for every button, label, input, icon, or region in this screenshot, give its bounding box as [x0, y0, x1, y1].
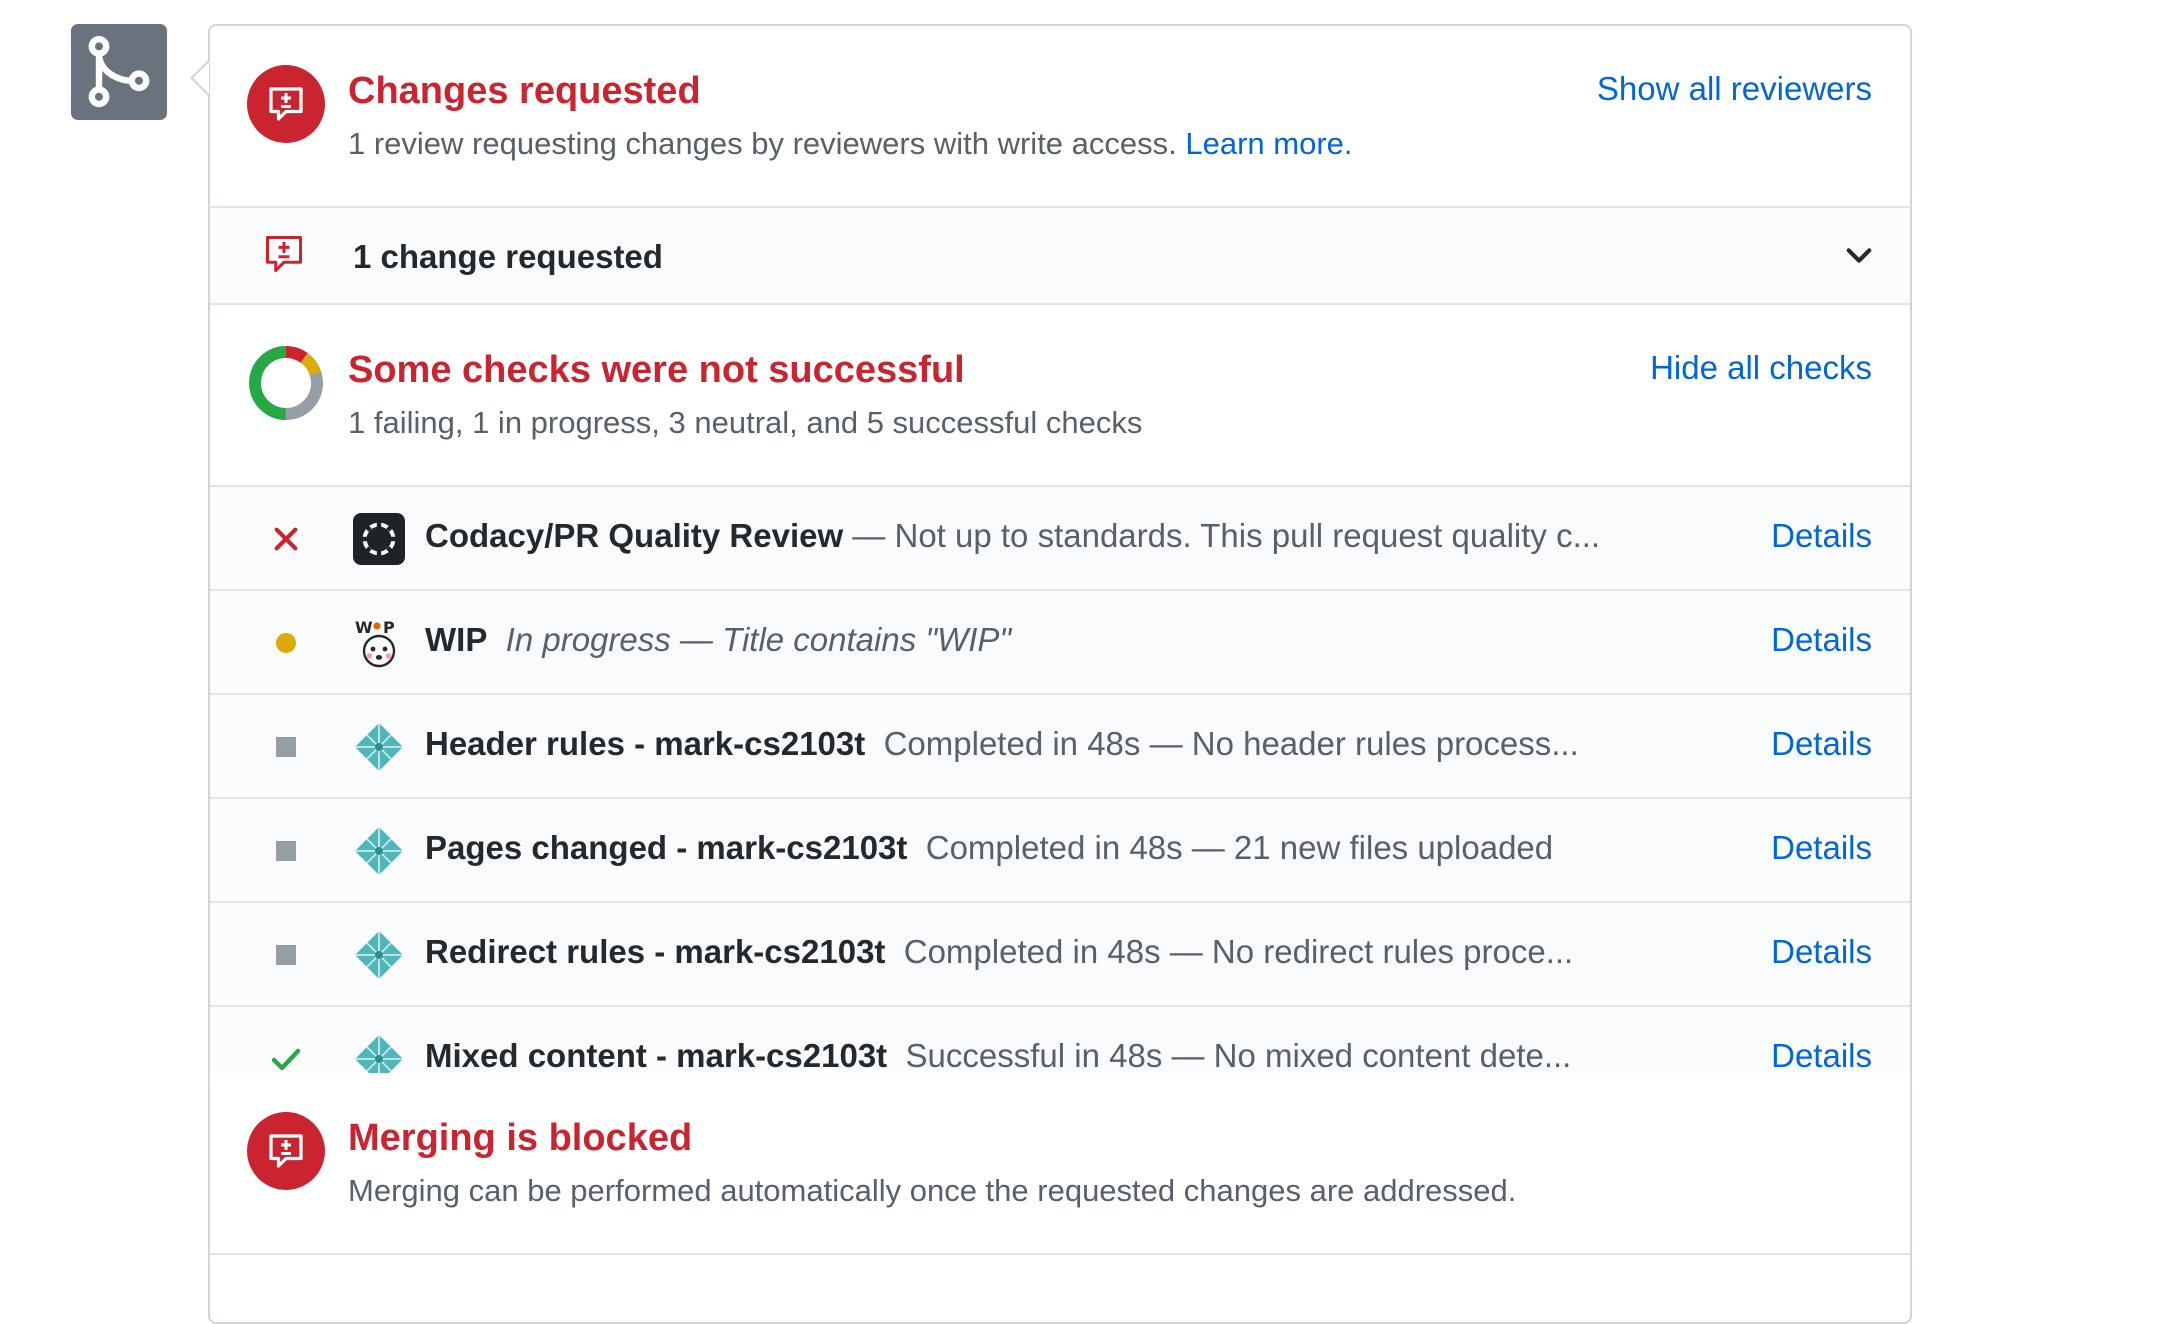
check-description: Completed in 48s — No header rules proce… — [883, 725, 1579, 762]
request-changes-icon — [247, 1112, 325, 1190]
check-row: Header rules - mark-cs2103t Completed in… — [210, 695, 1910, 799]
check-name: Header rules - mark-cs2103t — [425, 725, 866, 762]
review-status-subtitle: 1 review requesting changes by reviewers… — [348, 126, 1353, 162]
check-row: Pages changed - mark-cs2103t Completed i… — [210, 799, 1910, 903]
timeline-caret-inner — [193, 62, 209, 94]
checks-list[interactable]: Codacy/PR Quality Review — Not up to sta… — [210, 487, 1910, 1073]
svg-text:P: P — [383, 618, 395, 637]
request-changes-icon — [247, 65, 325, 143]
check-separator: — — [843, 517, 895, 554]
neutral-square-icon — [268, 729, 304, 765]
neutral-square-icon — [268, 833, 304, 869]
netlify-icon — [353, 721, 405, 773]
svg-text:W: W — [355, 618, 373, 637]
details-link[interactable]: Details — [1771, 621, 1872, 659]
check-name: Pages changed - mark-cs2103t — [425, 829, 908, 866]
check-name: Mixed content - mark-cs2103t — [425, 1037, 888, 1073]
checks-status-title: Some checks were not successful — [348, 349, 965, 391]
review-status-title: Changes requested — [348, 70, 701, 112]
check-name: WIP — [425, 621, 488, 658]
check-text: Pages changed - mark-cs2103t Completed i… — [425, 829, 1765, 867]
chevron-down-icon[interactable] — [1844, 240, 1874, 275]
merge-blocked-subtitle: Merging can be performed automatically o… — [348, 1173, 1517, 1208]
details-link[interactable]: Details — [1771, 829, 1872, 867]
codacy-icon — [353, 513, 405, 565]
review-status-section: Changes requested 1 review requesting ch… — [210, 26, 1910, 208]
details-link[interactable]: Details — [1771, 933, 1872, 971]
checks-status-subtitle: 1 failing, 1 in progress, 3 neutral, and… — [348, 405, 1143, 440]
merge-blocked-title: Merging is blocked — [348, 1117, 693, 1159]
check-name: Codacy/PR Quality Review — [425, 517, 844, 554]
check-row: Codacy/PR Quality Review — Not up to sta… — [210, 487, 1910, 591]
details-link[interactable]: Details — [1771, 517, 1872, 555]
merge-status-panel: Changes requested 1 review requesting ch… — [208, 24, 1912, 1324]
request-changes-icon — [262, 232, 306, 281]
failed-x-icon — [268, 521, 304, 557]
netlify-icon — [353, 825, 405, 877]
hide-all-checks-link[interactable]: Hide all checks — [1650, 349, 1872, 387]
show-all-reviewers-link[interactable]: Show all reviewers — [1597, 70, 1872, 108]
details-link[interactable]: Details — [1771, 725, 1872, 763]
learn-more-link[interactable]: Learn more. — [1185, 126, 1352, 161]
success-check-icon — [268, 1041, 304, 1073]
change-requested-label: 1 change requested — [353, 238, 663, 275]
check-description: In progress — Title contains "WIP" — [505, 621, 1012, 658]
git-merge-icon — [71, 24, 167, 120]
merge-blocked-section: Merging is blocked Merging can be perfor… — [210, 1073, 1910, 1255]
check-row: Mixed content - mark-cs2103t Successful … — [210, 1007, 1910, 1073]
check-text: Redirect rules - mark-cs2103t Completed … — [425, 933, 1765, 971]
check-text: Header rules - mark-cs2103t Completed in… — [425, 725, 1765, 763]
check-description: Completed in 48s — 21 new files uploaded — [925, 829, 1554, 866]
check-description: Successful in 48s — No mixed content det… — [905, 1037, 1572, 1073]
in-progress-dot-icon — [268, 625, 304, 661]
checks-status-section: Some checks were not successful 1 failin… — [210, 305, 1910, 487]
check-description: Not up to standards. This pull request q… — [894, 517, 1601, 554]
netlify-icon — [353, 929, 405, 981]
check-text: Codacy/PR Quality Review — Not up to sta… — [425, 517, 1765, 555]
details-link[interactable]: Details — [1771, 1037, 1872, 1073]
check-row: W P WIP In progress — Title contains "WI… — [210, 591, 1910, 695]
check-description: Completed in 48s — No redirect rules pro… — [903, 933, 1574, 970]
check-row: Redirect rules - mark-cs2103t Completed … — [210, 903, 1910, 1007]
netlify-icon — [353, 1033, 405, 1073]
wip-icon: W P — [353, 617, 405, 669]
neutral-square-icon — [268, 937, 304, 973]
check-text: WIP In progress — Title contains "WIP" — [425, 621, 1765, 659]
checks-donut-icon — [247, 344, 325, 427]
review-status-description: 1 review requesting changes by reviewers… — [348, 126, 1177, 161]
change-requested-row[interactable]: 1 change requested — [210, 208, 1910, 305]
check-text: Mixed content - mark-cs2103t Successful … — [425, 1037, 1765, 1073]
check-name: Redirect rules - mark-cs2103t — [425, 933, 886, 970]
